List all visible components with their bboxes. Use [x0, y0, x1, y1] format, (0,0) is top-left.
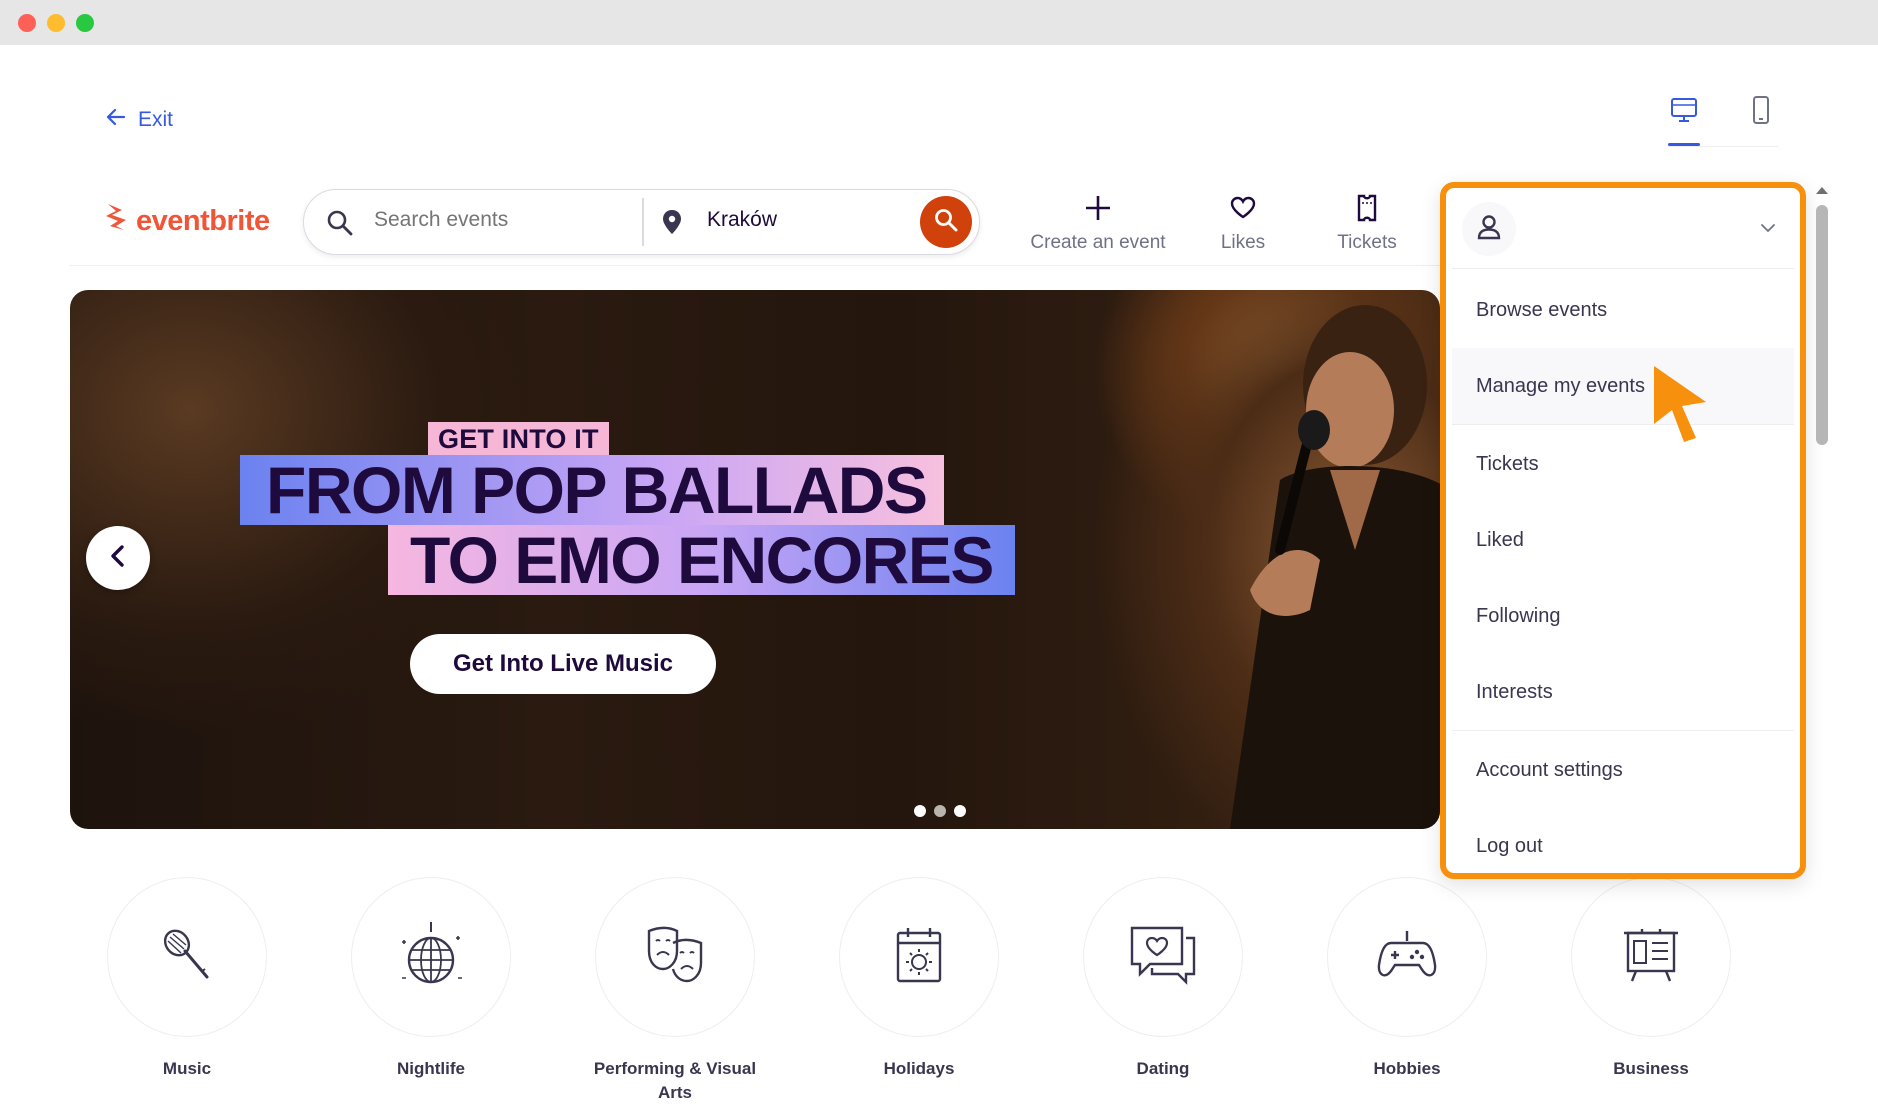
desktop-icon	[1670, 96, 1698, 146]
chevron-down-icon	[1760, 220, 1776, 238]
carousel-prev-button[interactable]	[86, 526, 150, 590]
desktop-view-button[interactable]	[1668, 96, 1700, 146]
likes-label: Likes	[1220, 232, 1266, 253]
category-hobbies[interactable]: Hobbies	[1317, 877, 1497, 1081]
category-label: Hobbies	[1373, 1059, 1441, 1078]
search-icon	[933, 207, 959, 238]
location-pin-icon	[661, 208, 683, 241]
carousel-dot[interactable]	[954, 805, 966, 817]
category-music[interactable]: Music	[97, 877, 277, 1081]
category-business[interactable]: Business	[1561, 877, 1741, 1081]
category-circle	[351, 877, 511, 1037]
user-menu-dropdown: Browse events Manage my events Tickets L…	[1440, 182, 1806, 879]
presentation-icon	[1622, 927, 1680, 988]
category-circle	[1571, 877, 1731, 1037]
disco-ball-icon	[396, 920, 466, 995]
category-holidays[interactable]: Holidays	[829, 877, 1009, 1081]
tickets-label: Tickets	[1337, 232, 1397, 253]
theater-masks-icon	[645, 925, 705, 990]
search-submit-button[interactable]	[920, 196, 972, 248]
eventbrite-logo[interactable]: eventbrite	[104, 202, 270, 240]
carousel-dot[interactable]	[914, 805, 926, 817]
scroll-up-arrow-icon[interactable]	[1815, 182, 1829, 200]
page-scrollbar-thumb[interactable]	[1816, 205, 1828, 445]
create-event-nav[interactable]: Create an event	[1023, 192, 1173, 254]
menu-divider	[1452, 730, 1794, 731]
category-label: Holidays	[883, 1059, 955, 1078]
menu-item-log-out[interactable]: Log out	[1452, 808, 1794, 873]
category-performing-visual-arts[interactable]: Performing & Visual Arts	[585, 877, 765, 1105]
menu-item-interests[interactable]: Interests	[1452, 654, 1794, 730]
heart-icon	[1230, 192, 1256, 224]
hero-headline-line-2: TO EMO ENCORES	[388, 525, 1015, 595]
eventbrite-logo-mark-icon	[104, 202, 130, 240]
arrow-left-icon	[106, 108, 126, 132]
hero-headline-line-1: FROM POP BALLADS	[240, 455, 945, 525]
category-label: Business	[1613, 1059, 1689, 1078]
category-nightlife[interactable]: Nightlife	[341, 877, 521, 1081]
category-circle	[107, 877, 267, 1037]
singer-photo	[1230, 305, 1440, 829]
header-divider	[70, 265, 1440, 266]
minimize-window-button[interactable]	[47, 14, 65, 32]
menu-item-account-settings[interactable]: Account settings	[1452, 732, 1794, 808]
ticket-icon	[1356, 192, 1378, 224]
category-label: Nightlife	[397, 1059, 465, 1078]
carousel-dots	[914, 805, 966, 817]
tickets-nav[interactable]: Tickets	[1292, 192, 1442, 254]
category-circle	[595, 877, 755, 1037]
view-toggle-divider	[1668, 146, 1778, 147]
exit-link[interactable]: Exit	[106, 108, 173, 132]
gamepad-icon	[1377, 927, 1437, 988]
mobile-view-button[interactable]	[1745, 96, 1777, 146]
microphone-icon	[157, 925, 217, 990]
menu-item-tickets[interactable]: Tickets	[1452, 426, 1794, 502]
category-circle	[1083, 877, 1243, 1037]
window-titlebar	[0, 0, 1878, 45]
avatar[interactable]	[1462, 202, 1516, 256]
create-event-label: Create an event	[1030, 232, 1166, 253]
chat-heart-icon	[1128, 924, 1198, 991]
mobile-phone-icon	[1751, 96, 1771, 146]
plus-icon	[1084, 192, 1112, 224]
category-label: Performing & Visual Arts	[593, 1059, 757, 1102]
category-circle	[839, 877, 999, 1037]
user-menu-toggle[interactable]	[1452, 194, 1794, 264]
exit-label: Exit	[138, 108, 174, 131]
category-dating[interactable]: Dating	[1073, 877, 1253, 1081]
get-into-live-music-button[interactable]: Get Into Live Music	[410, 634, 716, 694]
user-icon	[1477, 214, 1501, 245]
calendar-icon	[894, 925, 944, 990]
category-label: Dating	[1136, 1059, 1190, 1078]
menu-item-manage-my-events[interactable]: Manage my events	[1452, 348, 1794, 424]
carousel-dot[interactable]	[934, 805, 946, 817]
menu-item-following[interactable]: Following	[1452, 578, 1794, 654]
menu-item-liked[interactable]: Liked	[1452, 502, 1794, 578]
menu-divider	[1452, 424, 1794, 425]
hero-tag: GET INTO IT	[428, 422, 609, 457]
logo-text: eventbrite	[136, 204, 270, 237]
chevron-left-icon	[109, 544, 127, 573]
hero-banner: GET INTO IT FROM POP BALLADS TO EMO ENCO…	[70, 290, 1440, 829]
category-label: Music	[162, 1059, 212, 1078]
location-input[interactable]	[707, 208, 907, 232]
close-window-button[interactable]	[18, 14, 36, 32]
menu-item-browse-events[interactable]: Browse events	[1452, 272, 1794, 348]
search-events-input[interactable]	[374, 208, 624, 232]
hero-headline: FROM POP BALLADS TO EMO ENCORES	[240, 455, 1015, 595]
search-bar	[303, 189, 980, 255]
search-icon	[326, 209, 354, 242]
menu-divider	[1452, 268, 1794, 269]
mouse-cursor-icon	[1650, 362, 1710, 451]
maximize-window-button[interactable]	[76, 14, 94, 32]
category-circle	[1327, 877, 1487, 1037]
search-divider	[642, 198, 644, 246]
